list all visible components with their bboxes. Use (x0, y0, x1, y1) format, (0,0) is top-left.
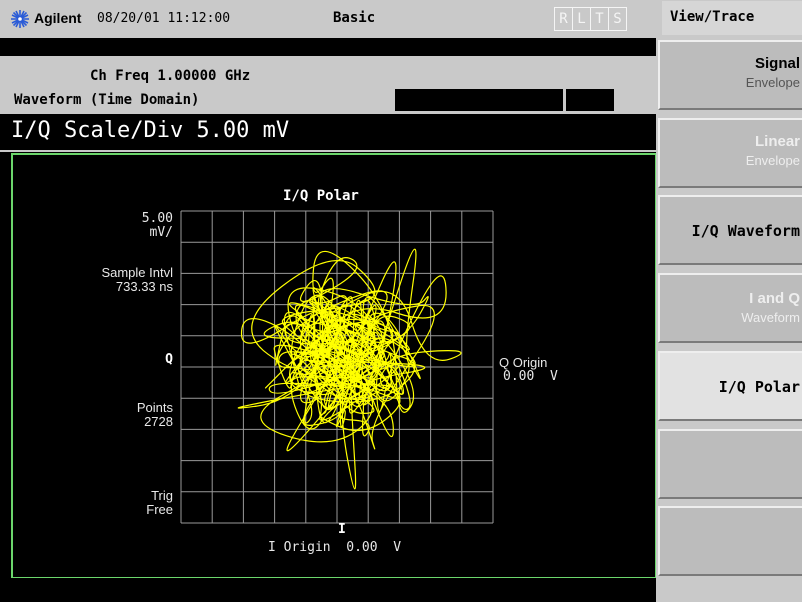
softkey-iq-polar[interactable]: I/Q Polar (658, 351, 802, 421)
softkey-label: Signal (754, 55, 800, 72)
softkey-panel: View/Trace Signal Envelope Linear Envelo… (656, 0, 802, 602)
softkey-label: Linear (754, 133, 800, 150)
i-origin-label: I Origin 0.00 V (268, 540, 402, 555)
menu-title: View/Trace (662, 1, 802, 35)
softkey-linear-envelope[interactable]: Linear Envelope (658, 118, 802, 188)
softkey-blank-6[interactable] (658, 429, 802, 499)
indicator-r: R (554, 7, 573, 31)
iq-trace (237, 248, 462, 490)
menu-title-text: View/Trace (670, 9, 755, 25)
indicator-s: S (608, 7, 627, 31)
measurement-name: Waveform (Time Domain) (14, 92, 200, 108)
softkey-sublabel: Waveform (741, 310, 800, 325)
date-time: 08/20/01 11:12:00 (97, 11, 231, 26)
scale-unit: mV/ (149, 225, 173, 240)
measurement-header: Ch Freq 1.00000 GHz Waveform (Time Domai… (0, 56, 656, 114)
trigger-value: Free (146, 502, 173, 517)
softkey-label: I/Q Polar (718, 378, 800, 396)
q-origin-value: 0.00 V (503, 369, 558, 384)
softkey-blank-7[interactable] (658, 506, 802, 576)
status-indicators: R L T S (554, 7, 627, 31)
sample-interval-value: 733.33 ns (115, 279, 173, 294)
status-box (395, 89, 563, 111)
softkey-signal-envelope[interactable]: Signal Envelope (658, 40, 802, 110)
i-axis-label: I (338, 522, 346, 537)
channel-frequency: Ch Freq 1.00000 GHz (90, 68, 251, 84)
iq-polar-display: I/Q Polar 5.00 mV/ Sample Intvl 733.33 n… (11, 153, 657, 579)
sample-interval-label: Sample Intvl (101, 265, 173, 280)
softkey-i-and-q-waveform[interactable]: I and Q Waveform (658, 273, 802, 343)
message-strip (0, 38, 656, 56)
points-label: Points (136, 400, 173, 415)
trigger-label: Trig (151, 488, 173, 503)
agilent-logo-icon (11, 10, 29, 28)
mode-label: Basic (333, 10, 376, 26)
brand-name: Agilent (34, 10, 82, 26)
q-axis-label: Q (165, 352, 173, 367)
softkey-label: I/Q Waveform (691, 222, 800, 240)
softkey-iq-waveform[interactable]: I/Q Waveform (658, 195, 802, 265)
status-bar (0, 578, 656, 602)
title-bar: Agilent 08/20/01 11:12:00 Basic R L T S (0, 0, 656, 38)
scale-bar: I/Q Scale/Div 5.00 mV (0, 114, 656, 152)
indicator-t: T (590, 7, 609, 31)
scale-value: 5.00 (141, 211, 173, 226)
q-origin-label: Q Origin (499, 355, 548, 370)
softkey-label: I and Q (749, 290, 800, 307)
scale-per-division: I/Q Scale/Div 5.00 mV (11, 118, 290, 143)
plot-title: I/Q Polar (283, 188, 359, 204)
softkey-sublabel: Envelope (745, 153, 800, 168)
points-value: 2728 (144, 414, 173, 429)
softkey-sublabel: Envelope (745, 75, 800, 90)
indicator-l: L (572, 7, 591, 31)
status-box-small (566, 89, 614, 111)
graticule (180, 210, 494, 524)
